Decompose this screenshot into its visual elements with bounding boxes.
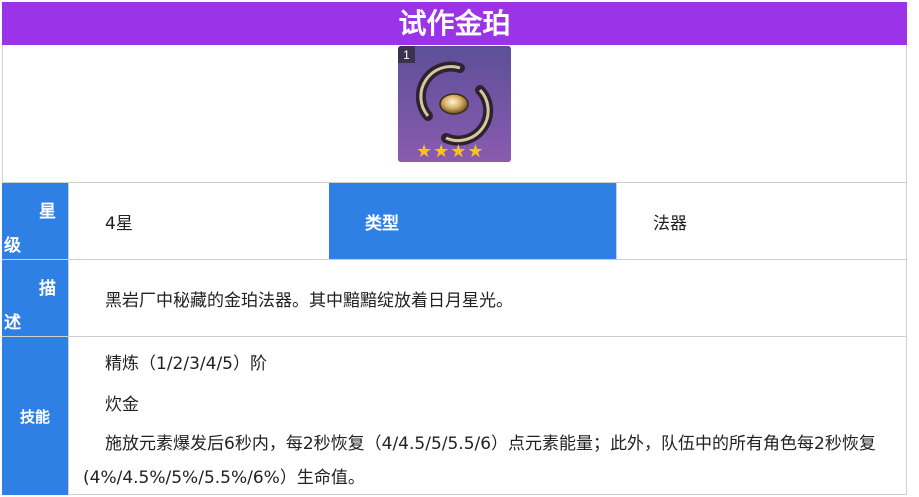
skill-description: 精炼（1/2/3/4/5）阶 炊金 施放元素爆发后6秒内，每2秒恢复（4/4.5… (68, 337, 907, 495)
type-label: 类型 (329, 183, 616, 259)
description-label-char-2: 述 (4, 313, 21, 333)
description-label: 描 述 (2, 260, 68, 336)
star-icon: ★ (416, 141, 433, 162)
star-icon: ★ (450, 141, 467, 162)
page-title: 试作金珀 (2, 2, 907, 45)
description-value: 黑岩厂中秘藏的金珀法器。其中黯黯绽放着日月星光。 (68, 260, 907, 336)
description-label-char-1: 描 (39, 279, 56, 299)
skill-label: 技能 (2, 337, 68, 495)
rarity-value: 4星 (68, 183, 329, 259)
description-row: 描 述 黑岩厂中秘藏的金珀法器。其中黯黯绽放着日月星光。 (2, 260, 907, 337)
star-rating: ★ ★ ★ ★ (416, 143, 484, 161)
rarity-row: 星 级 4星 类型 法器 (2, 183, 907, 260)
skill-refinement-line: 精炼（1/2/3/4/5）阶 (105, 354, 267, 374)
skill-effect-line-2: (4%/4.5%/5%/5.5%/6%）生命值。 (83, 468, 365, 488)
skill-name: 炊金 (105, 395, 139, 415)
skill-label-text: 技能 (19, 407, 50, 426)
golden-ring-catalyst-icon: 1 ★ ★ ★ ★ (398, 46, 511, 162)
rarity-label-char-2: 级 (4, 236, 21, 256)
star-icon: ★ (467, 141, 484, 162)
refinement-badge: 1 (403, 48, 410, 62)
star-icon: ★ (433, 141, 450, 162)
rarity-label: 星 级 (2, 183, 68, 259)
item-image-row: 1 ★ ★ ★ ★ (2, 45, 907, 183)
rarity-label-char-1: 星 (39, 202, 56, 222)
skill-row: 技能 精炼（1/2/3/4/5）阶 炊金 施放元素爆发后6秒内，每2秒恢复（4/… (2, 337, 907, 495)
type-value: 法器 (616, 183, 907, 259)
skill-effect-line-1: 施放元素爆发后6秒内，每2秒恢复（4/4.5/5/5.5/6）点元素能量；此外，… (105, 434, 876, 454)
